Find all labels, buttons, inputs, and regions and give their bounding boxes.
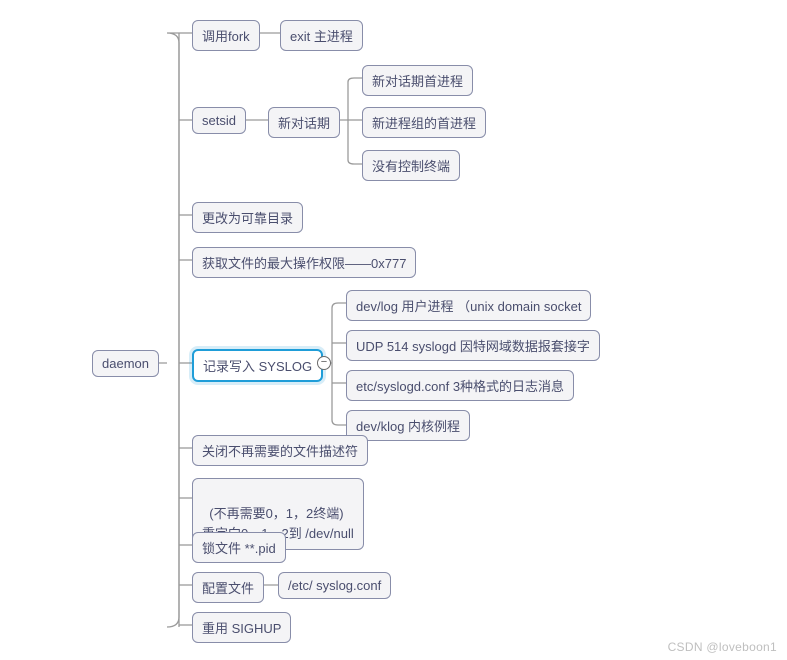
node-label: 新进程组的首进程	[372, 116, 476, 131]
node-sighup[interactable]: 重用 SIGHUP	[192, 612, 291, 643]
root-node[interactable]: daemon	[92, 350, 159, 377]
node-label: dev/log 用户进程 （unix domain socket	[356, 299, 581, 314]
node-no-tty[interactable]: 没有控制终端	[362, 150, 460, 181]
node-label: 获取文件的最大操作权限——0x777	[202, 256, 406, 271]
node-label: setsid	[202, 113, 236, 128]
node-session-leader[interactable]: 新对话期首进程	[362, 65, 473, 96]
node-config-path[interactable]: /etc/ syslog.conf	[278, 572, 391, 599]
root-label: daemon	[102, 356, 149, 371]
node-chdir[interactable]: 更改为可靠目录	[192, 202, 303, 233]
node-config[interactable]: 配置文件	[192, 572, 264, 603]
node-label: 没有控制终端	[372, 159, 450, 174]
node-devlog[interactable]: dev/log 用户进程 （unix domain socket	[346, 290, 591, 321]
node-label: etc/syslogd.conf 3种格式的日志消息	[356, 379, 564, 394]
node-umask[interactable]: 获取文件的最大操作权限——0x777	[192, 247, 416, 278]
node-label: 配置文件	[202, 581, 254, 596]
node-label: dev/klog 内核例程	[356, 419, 460, 434]
node-setsid[interactable]: setsid	[192, 107, 246, 134]
node-label: /etc/ syslog.conf	[288, 578, 381, 593]
node-label: exit 主进程	[290, 29, 353, 44]
node-label: 新对话期首进程	[372, 74, 463, 89]
node-label: 关闭不再需要的文件描述符	[202, 444, 358, 459]
node-label: 重用 SIGHUP	[202, 621, 281, 636]
node-close-fds[interactable]: 关闭不再需要的文件描述符	[192, 435, 368, 466]
node-syslog[interactable]: 记录写入 SYSLOG	[192, 349, 323, 382]
node-label: 更改为可靠目录	[202, 211, 293, 226]
node-lockfile[interactable]: 锁文件 **.pid	[192, 532, 286, 563]
collapse-toggle[interactable]: −	[317, 356, 331, 370]
node-label: UDP 514 syslogd 因特网域数据报套接字	[356, 339, 590, 354]
node-syslogdconf[interactable]: etc/syslogd.conf 3种格式的日志消息	[346, 370, 574, 401]
node-label: 记录写入 SYSLOG	[203, 359, 312, 374]
node-udp514[interactable]: UDP 514 syslogd 因特网域数据报套接字	[346, 330, 600, 361]
node-label: 新对话期	[278, 116, 330, 131]
node-label: 锁文件 **.pid	[202, 541, 276, 556]
node-group-leader[interactable]: 新进程组的首进程	[362, 107, 486, 138]
node-label: 调用fork	[202, 29, 250, 44]
node-exit[interactable]: exit 主进程	[280, 20, 363, 51]
node-newsession[interactable]: 新对话期	[268, 107, 340, 138]
node-fork[interactable]: 调用fork	[192, 20, 260, 51]
watermark: CSDN @loveboon1	[668, 640, 777, 654]
